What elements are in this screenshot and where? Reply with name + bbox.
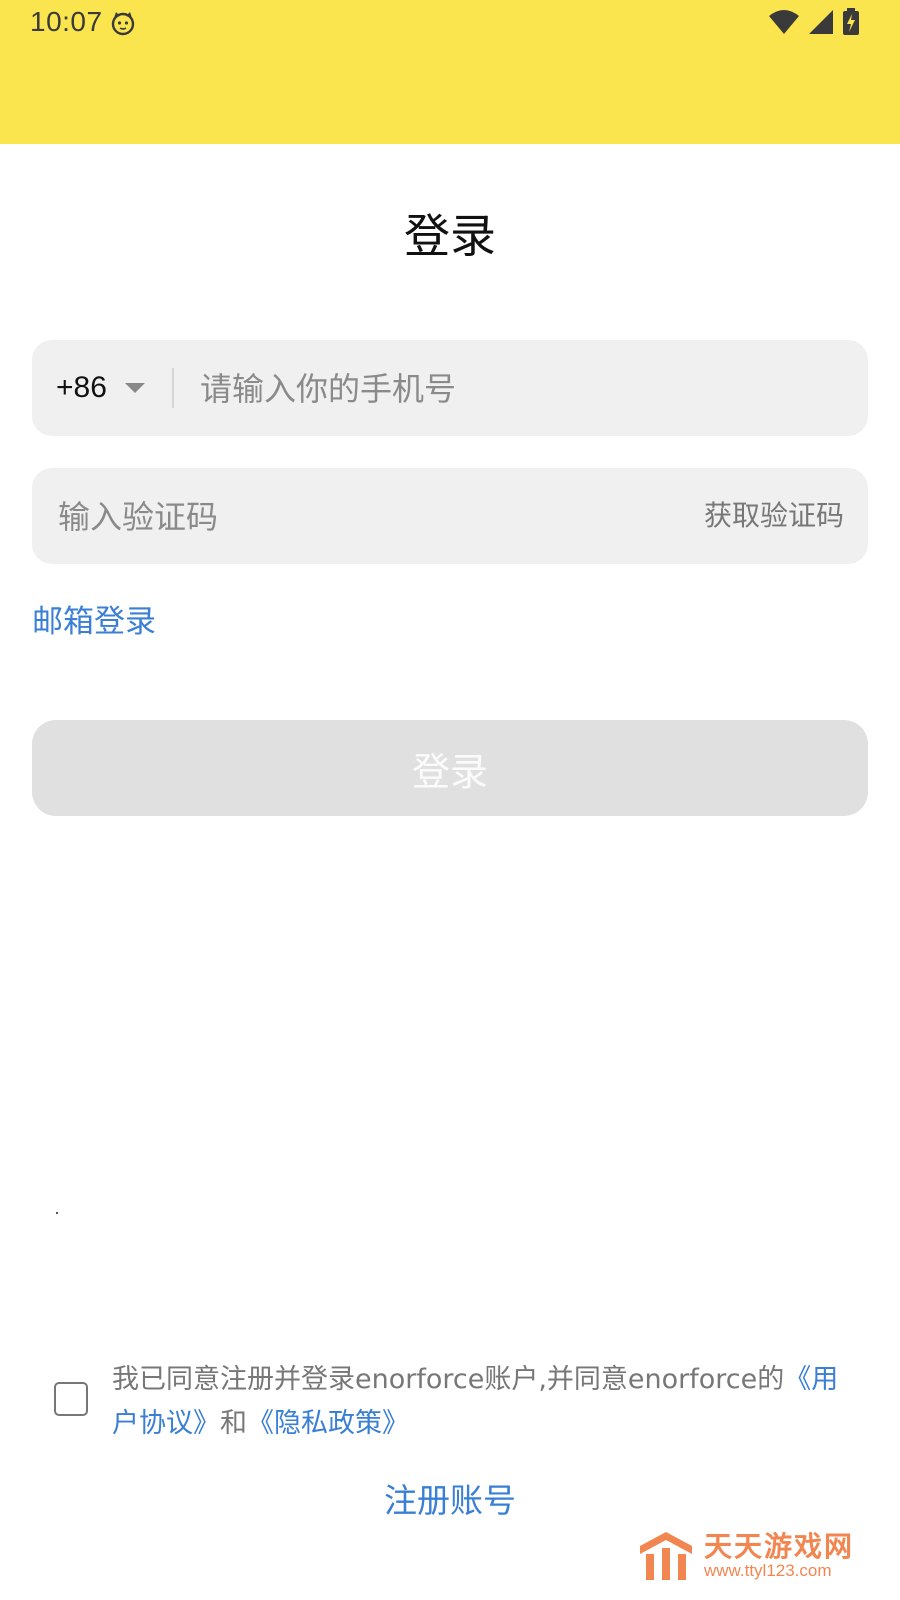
country-code-value: +86 [56, 371, 107, 404]
agreement-prefix: 我已同意注册并登录enorforce账户,并同意enorforce的 [112, 1364, 785, 1395]
register-link[interactable]: 注册账号 [0, 1474, 900, 1522]
battery-charging-icon [843, 8, 859, 35]
watermark: 天天游戏网 www.ttyl123.com [638, 1530, 854, 1582]
phone-input[interactable] [198, 340, 842, 438]
agreement-connector: 和 [220, 1408, 247, 1439]
status-time: 10:07 [30, 6, 103, 37]
field-divider [172, 368, 174, 408]
watermark-name: 天天游戏网 [703, 1530, 854, 1564]
cat-notification-icon [111, 12, 135, 36]
login-button[interactable]: 登录 [32, 720, 868, 816]
signal-icon [809, 10, 833, 34]
watermark-url: www.ttyl123.com [703, 1560, 832, 1580]
tiny-dot [56, 1212, 58, 1214]
country-code-selector[interactable]: +86 [56, 340, 145, 436]
phone-field: +86 [32, 340, 868, 438]
status-bar: 10:07 [0, 0, 900, 144]
watermark-text: 天天游戏网 www.ttyl123.com [704, 1532, 854, 1579]
get-code-button[interactable]: 获取验证码 [704, 468, 844, 564]
status-icons [768, 8, 860, 36]
privacy-policy-link[interactable]: 《隐私政策》 [247, 1408, 409, 1439]
verification-code-input[interactable] [56, 468, 660, 566]
page-title: 登录 [404, 209, 496, 263]
chevron-down-icon [124, 383, 145, 393]
agreement-text: 我已同意注册并登录enorforce账户,并同意enorforce的《用户协议》… [112, 1358, 862, 1446]
agreement-checkbox[interactable] [54, 1382, 88, 1416]
verification-code-field: 获取验证码 [32, 468, 868, 566]
wifi-icon [769, 10, 799, 34]
email-login-link[interactable]: 邮箱登录 [32, 596, 156, 641]
watermark-logo-icon [639, 1532, 692, 1580]
